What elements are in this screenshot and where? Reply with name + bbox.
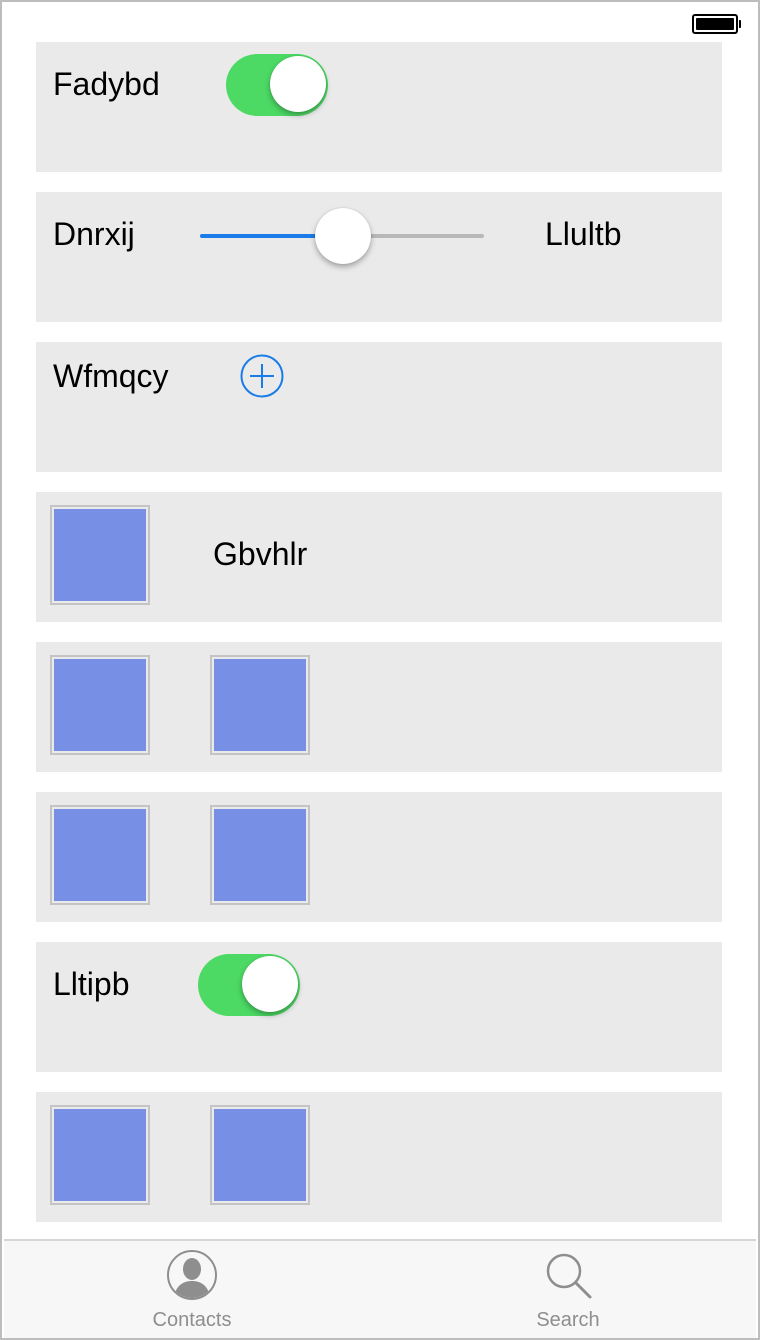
toggle-knob xyxy=(242,956,298,1012)
image-thumbnail xyxy=(210,655,310,755)
battery-full-icon xyxy=(692,14,738,34)
tab-label: Contacts xyxy=(152,1309,232,1331)
row-images xyxy=(36,792,722,922)
image-thumbnail xyxy=(210,1105,310,1205)
tab-bar: Contacts Search xyxy=(4,1239,756,1338)
image-thumbnail xyxy=(210,805,310,905)
app-screen: Fadybd Dnrxij Llultb Wfmqcy Gbvhlr Lltip… xyxy=(0,0,760,1340)
tab-contacts[interactable]: Contacts xyxy=(4,1241,380,1338)
slider-thumb[interactable] xyxy=(315,208,371,264)
image-thumbnail xyxy=(50,805,150,905)
row-label: Dnrxij xyxy=(53,216,135,252)
row-lltipb: Lltipb xyxy=(36,942,722,1072)
row-wfmqcy: Wfmqcy xyxy=(36,342,722,472)
add-circle-icon[interactable] xyxy=(240,354,284,398)
image-thumbnail xyxy=(50,655,150,755)
row-fadybd: Fadybd xyxy=(36,42,722,172)
row-label: Lltipb xyxy=(53,966,130,1002)
row-label: Gbvhlr xyxy=(213,536,308,572)
toggle-knob xyxy=(270,56,326,112)
row-gbvhlr: Gbvhlr xyxy=(36,492,722,622)
row-label: Fadybd xyxy=(53,66,160,102)
lltipb-toggle[interactable] xyxy=(198,954,300,1016)
image-thumbnail xyxy=(50,505,150,605)
search-icon xyxy=(546,1253,592,1299)
row-label: Wfmqcy xyxy=(53,358,169,394)
row-dnrxij: Dnrxij Llultb xyxy=(36,192,722,322)
tab-label: Search xyxy=(536,1309,600,1331)
tab-search[interactable]: Search xyxy=(380,1241,756,1338)
fadybd-toggle[interactable] xyxy=(226,54,328,116)
slider-value-label: Llultb xyxy=(545,216,622,252)
image-thumbnail xyxy=(50,1105,150,1205)
row-images xyxy=(36,642,722,772)
row-images xyxy=(36,1092,722,1222)
contact-person-icon xyxy=(167,1250,217,1300)
battery-tip xyxy=(739,20,741,28)
